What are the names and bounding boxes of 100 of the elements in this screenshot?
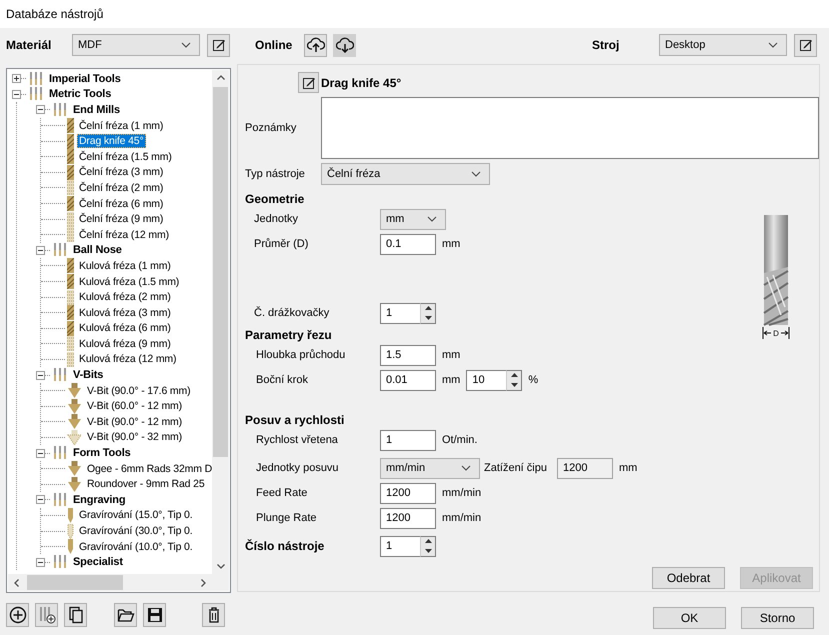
tree-item[interactable]: Kulová fréza (1.5 mm) [77, 274, 182, 289]
number-field[interactable]: 1 [380, 536, 420, 556]
down-arrow-icon [424, 548, 432, 553]
edit-icon [212, 38, 226, 52]
cloud-upload-button[interactable] [304, 34, 327, 56]
tree-item[interactable]: Čelní fréza (3 mm) [77, 165, 166, 180]
edit-button[interactable] [207, 34, 230, 56]
dialog-button[interactable]: Storno [741, 607, 814, 629]
tree-item[interactable]: Drag knife 45° [77, 134, 146, 148]
tree-item[interactable]: Čelní fréza (2 mm) [77, 180, 166, 195]
cloud-download-button[interactable] [333, 34, 356, 56]
expander-icon [36, 495, 45, 504]
tree-item[interactable]: V-Bits [71, 368, 106, 382]
tree-item[interactable]: Imperial Tools [47, 72, 123, 86]
expand-toggle[interactable] [36, 558, 45, 567]
dropdown[interactable]: mm/min [380, 458, 480, 478]
input-field[interactable]: 1200 [380, 482, 436, 504]
tree-item[interactable]: Čelní fréza (6 mm) [77, 196, 166, 211]
dialog-button[interactable]: OK [653, 607, 726, 629]
vertical-scrollbar[interactable] [212, 70, 229, 574]
save-button[interactable] [143, 603, 166, 627]
tree-item[interactable]: Kulová fréza (3 mm) [77, 306, 173, 320]
tree-item[interactable]: Gravírování (30.0°, Tip 0. [77, 524, 195, 538]
scroll-right-icon[interactable] [201, 578, 206, 586]
delete-button[interactable] [202, 603, 225, 627]
dropdown[interactable]: Čelní fréza [321, 163, 490, 185]
dropdown[interactable]: mm [380, 208, 446, 230]
expand-toggle[interactable] [36, 495, 45, 504]
expand-toggle[interactable] [36, 105, 45, 114]
tree-item[interactable]: Ball Nose [71, 243, 124, 258]
unit-label: mm [442, 374, 460, 386]
tree-item[interactable]: End Mills [71, 102, 122, 117]
unit-label: mm [442, 349, 460, 361]
tree-item[interactable]: V-Bit (90.0° - 17.6 mm) [85, 384, 192, 398]
input-field[interactable]: 0.01 [380, 370, 436, 390]
spin-down-button[interactable] [421, 313, 435, 322]
edit-button[interactable] [298, 72, 319, 93]
spin-up-button[interactable] [421, 304, 435, 313]
chevron-icon [427, 216, 437, 222]
tree-item[interactable]: Metric Tools [47, 87, 114, 102]
edit-icon [798, 38, 812, 52]
v-bit-icon [67, 430, 82, 445]
unit-label: mm [442, 238, 460, 250]
number-field[interactable]: 1 [380, 302, 420, 324]
input-field[interactable]: 1200 [556, 458, 613, 478]
tree-item[interactable]: Kulová fréza (12 mm) [77, 352, 178, 366]
spin-up-button[interactable] [421, 536, 435, 546]
tree-item[interactable]: Kulová fréza (9 mm) [77, 336, 173, 351]
tree-item[interactable]: Engraving [71, 492, 128, 507]
field-label: Číslo nástroje [245, 539, 326, 553]
tree-item[interactable]: Form Tools [71, 446, 133, 460]
tree-item[interactable]: Kulová fréza (6 mm) [77, 321, 173, 336]
spin-down-button[interactable] [421, 546, 435, 556]
expand-toggle[interactable] [36, 246, 45, 255]
input-field[interactable]: 1200 [380, 508, 436, 528]
tree-item[interactable]: V-Bit (60.0° - 12 mm) [85, 399, 184, 414]
spin-down-button[interactable] [507, 380, 522, 390]
unit-label: % [528, 374, 538, 386]
copy-button[interactable] [64, 603, 87, 627]
field-label: Jednotky [253, 213, 300, 225]
open-folder-button[interactable] [114, 603, 137, 627]
tree-item[interactable]: Kulová fréza (2 mm) [77, 290, 173, 304]
scroll-up-icon[interactable] [216, 75, 224, 80]
tree-item[interactable]: Specialist [71, 555, 125, 570]
tree-item[interactable]: V-Bit (90.0° - 32 mm) [85, 430, 184, 444]
scroll-down-icon[interactable] [216, 564, 224, 569]
expand-toggle[interactable] [12, 74, 21, 84]
tree-item[interactable]: Gravírování (10.0°, Tip 0. [77, 540, 195, 554]
input-field[interactable]: 0.1 [380, 234, 436, 254]
edit-button[interactable] [794, 34, 817, 56]
field-label: Zatížení čipu [484, 462, 547, 474]
tree-item[interactable]: Kulová fréza (1 mm) [77, 258, 173, 273]
field-label: Boční krok [255, 374, 309, 386]
add-button[interactable] [6, 603, 29, 627]
input-field[interactable]: 1.5 [380, 344, 436, 366]
number-field[interactable]: 10 [466, 370, 506, 390]
tree-item[interactable]: V-Bit (90.0° - 12 mm) [85, 414, 184, 429]
edit-icon [302, 76, 316, 90]
action-button[interactable]: Odebrat [652, 567, 725, 589]
horizontal-scrollbar[interactable] [8, 574, 212, 591]
dropdown[interactable]: Desktop [659, 34, 787, 56]
tree-item[interactable]: Roundover - 9mm Rad 25 [85, 477, 207, 492]
up-arrow-icon [424, 539, 432, 544]
tree-item[interactable]: Čelní fréza (1 mm) [77, 118, 166, 133]
tool-set-icon [52, 555, 68, 570]
expand-toggle[interactable] [36, 448, 45, 458]
expand-toggle[interactable] [12, 90, 21, 99]
input-field[interactable]: 1 [380, 430, 436, 450]
add-tool-group-button[interactable] [35, 603, 58, 627]
tree-item[interactable]: Ogee - 6mm Rads 32mm D [85, 462, 212, 476]
scroll-left-icon[interactable] [14, 578, 19, 586]
tree-item[interactable]: Čelní fréza (1.5 mm) [77, 150, 174, 164]
expand-toggle[interactable] [36, 370, 45, 380]
notes-field[interactable] [321, 97, 819, 159]
tree-item[interactable]: Gravírování (15.0°, Tip 0. [77, 508, 195, 522]
tree-item[interactable]: Čelní fréza (12 mm) [77, 228, 171, 242]
dropdown[interactable]: MDF [72, 34, 200, 56]
field-label: Č. drážkovačky [253, 307, 330, 319]
spin-up-button[interactable] [507, 370, 522, 380]
tree-item[interactable]: Čelní fréza (9 mm) [77, 212, 166, 226]
